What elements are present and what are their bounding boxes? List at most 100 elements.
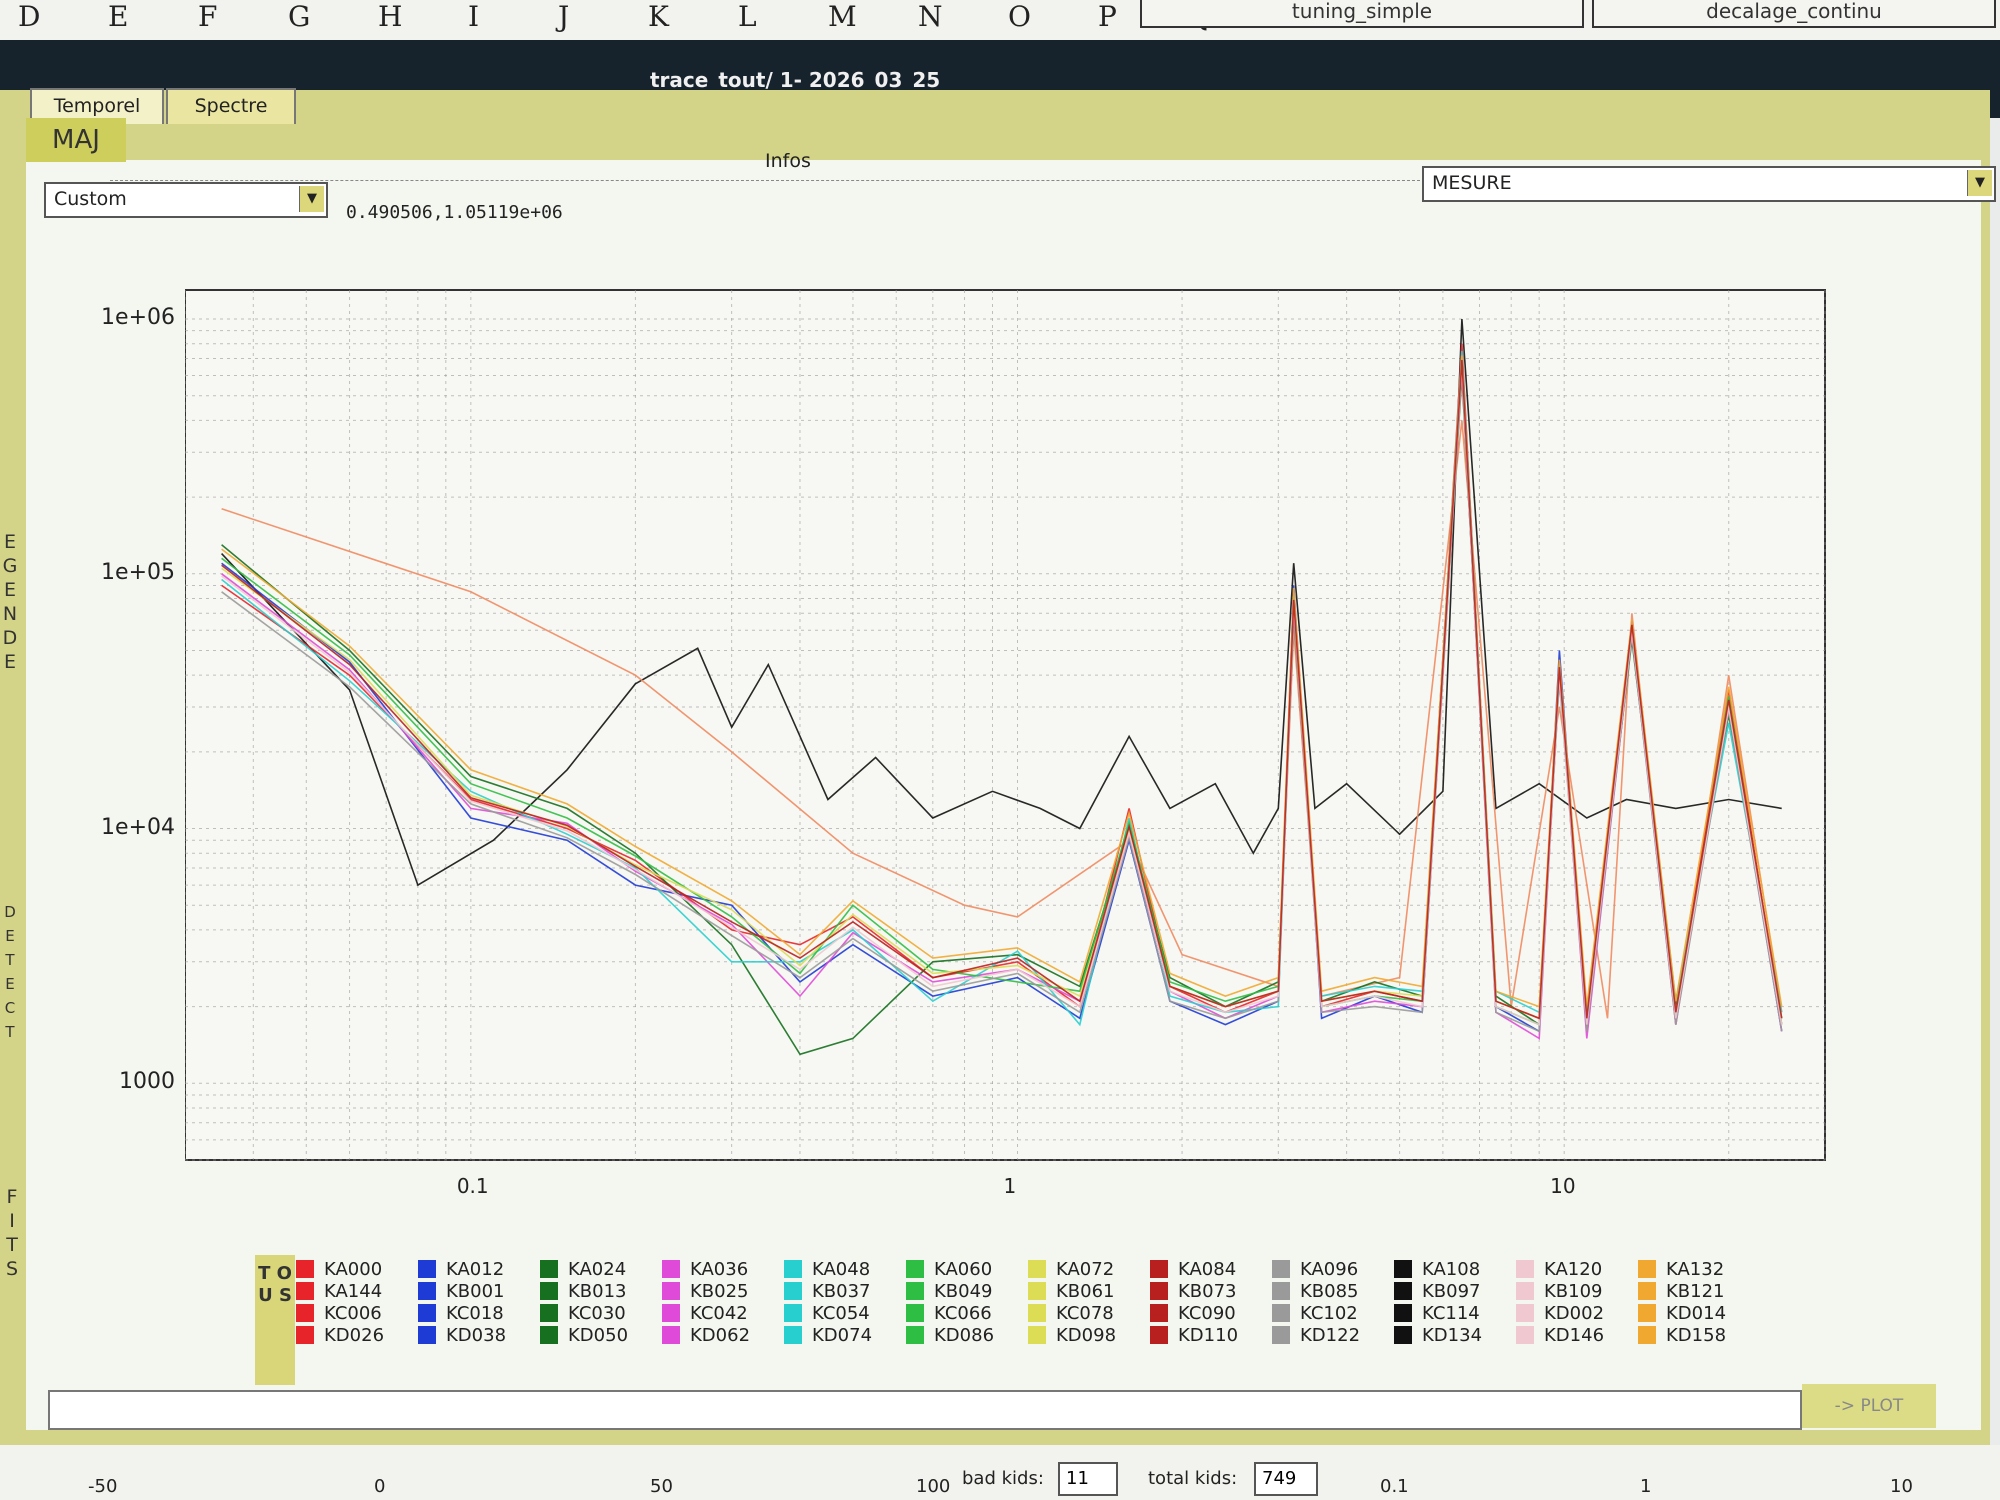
legend-label: KB037 [812, 1280, 871, 1302]
legend-item[interactable]: KB085 [1272, 1280, 1392, 1302]
tuning-simple-button[interactable]: tuning_simple [1140, 0, 1584, 28]
legend-item[interactable]: KD074 [784, 1324, 904, 1346]
legend-swatch [1272, 1282, 1290, 1300]
column-header-d[interactable]: D [18, 0, 40, 33]
legend-label: KC090 [1178, 1302, 1236, 1324]
legend-item[interactable]: KA096 [1272, 1258, 1392, 1280]
legend-item[interactable]: KC102 [1272, 1302, 1392, 1324]
total-kids-field[interactable]: 749 [1254, 1462, 1318, 1496]
legend-item[interactable]: KD098 [1028, 1324, 1148, 1346]
legend-item[interactable]: KA108 [1394, 1258, 1514, 1280]
legend-swatch [540, 1282, 558, 1300]
tab-spectre[interactable]: Spectre [166, 88, 296, 124]
legend-item[interactable]: KB097 [1394, 1280, 1514, 1302]
column-header-g[interactable]: G [288, 0, 310, 33]
x-tick-label: 1 [1003, 1174, 1017, 1198]
legend-item[interactable]: KC078 [1028, 1302, 1148, 1324]
legend-item[interactable]: KC066 [906, 1302, 1026, 1324]
column-header-h[interactable]: H [378, 0, 402, 33]
legend-item[interactable]: KA144 [296, 1280, 416, 1302]
legend-label: KB073 [1178, 1280, 1237, 1302]
legend-item[interactable]: KD038 [418, 1324, 538, 1346]
legend-item[interactable]: KB109 [1516, 1280, 1636, 1302]
column-header-e[interactable]: E [108, 0, 128, 33]
mode-select[interactable]: MESURE ▼ [1422, 166, 1996, 202]
legend-item[interactable]: KA048 [784, 1258, 904, 1280]
column-header-k[interactable]: K [648, 0, 669, 33]
legend-item[interactable]: KA084 [1150, 1258, 1270, 1280]
command-input[interactable] [48, 1390, 1802, 1430]
legend-item[interactable]: KA132 [1638, 1258, 1758, 1280]
legend-item[interactable]: KA000 [296, 1258, 416, 1280]
legend-label: KB085 [1300, 1280, 1359, 1302]
column-header-j[interactable]: J [558, 0, 569, 33]
legend-item[interactable]: KD026 [296, 1324, 416, 1346]
legend-item[interactable]: KB049 [906, 1280, 1026, 1302]
legend-item[interactable]: KB037 [784, 1280, 904, 1302]
legend-item[interactable]: KC042 [662, 1302, 782, 1324]
legend-swatch [1516, 1326, 1534, 1344]
legend-swatch [906, 1326, 924, 1344]
infos-separator [110, 180, 1420, 181]
legend-item[interactable]: KB001 [418, 1280, 538, 1302]
legend-item[interactable]: KA072 [1028, 1258, 1148, 1280]
legend-item[interactable]: KB025 [662, 1280, 782, 1302]
legend-item[interactable]: KB013 [540, 1280, 660, 1302]
decalage-continu-button[interactable]: decalage_continu [1592, 0, 1996, 28]
scale-select[interactable]: Custom ▼ [44, 182, 328, 218]
legend-column: KA072 KB061 KC078 KD098 [1028, 1258, 1148, 1346]
plot-button[interactable]: -> PLOT [1802, 1384, 1936, 1428]
legend-item[interactable]: KB061 [1028, 1280, 1148, 1302]
column-header-i[interactable]: I [468, 0, 479, 33]
legend-item[interactable]: KD014 [1638, 1302, 1758, 1324]
legend-item[interactable]: KD110 [1150, 1324, 1270, 1346]
legend-swatch [1394, 1260, 1412, 1278]
maj-button[interactable]: MAJ [26, 118, 126, 162]
legend-label: KD086 [934, 1324, 995, 1346]
chevron-down-icon[interactable]: ▼ [299, 186, 324, 212]
column-header-f[interactable]: F [198, 0, 217, 33]
legend-item[interactable]: KD050 [540, 1324, 660, 1346]
legend-label: KA024 [568, 1258, 627, 1280]
legend-column: KA012 KB001 KC018 KD038 [418, 1258, 538, 1346]
legend-column: KA084 KB073 KC090 KD110 [1150, 1258, 1270, 1346]
legend-item[interactable]: KA120 [1516, 1258, 1636, 1280]
column-header-n[interactable]: N [918, 0, 943, 33]
legend-item[interactable]: KD122 [1272, 1324, 1392, 1346]
column-header-m[interactable]: M [828, 0, 857, 33]
chevron-down-icon[interactable]: ▼ [1967, 170, 1992, 196]
legend-item[interactable]: KB121 [1638, 1280, 1758, 1302]
bad-kids-field[interactable]: 11 [1058, 1462, 1118, 1496]
legend-label: KC054 [812, 1302, 870, 1324]
legend-item[interactable]: KB073 [1150, 1280, 1270, 1302]
legend-item[interactable]: KD146 [1516, 1324, 1636, 1346]
column-header-p[interactable]: P [1098, 0, 1117, 33]
column-header-o[interactable]: O [1008, 0, 1031, 33]
legend-item[interactable]: KC006 [296, 1302, 416, 1324]
legend-item[interactable]: KD086 [906, 1324, 1026, 1346]
legend-item[interactable]: KC030 [540, 1302, 660, 1324]
legend-item[interactable]: KA036 [662, 1258, 782, 1280]
legend-swatch [1150, 1304, 1168, 1322]
legend-label: KC066 [934, 1302, 992, 1324]
legend-item[interactable]: KA060 [906, 1258, 1026, 1280]
legend-item[interactable]: KD002 [1516, 1302, 1636, 1324]
legend-item[interactable]: KD134 [1394, 1324, 1514, 1346]
scale-select-value: Custom [54, 188, 127, 210]
legend-item[interactable]: KC090 [1150, 1302, 1270, 1324]
tous-button[interactable]: T O U S [255, 1255, 295, 1385]
column-header-l[interactable]: L [738, 0, 757, 33]
legend-item[interactable]: KA012 [418, 1258, 538, 1280]
spectrum-plot[interactable] [185, 250, 1865, 1170]
legend-item[interactable]: KD158 [1638, 1324, 1758, 1346]
legend-item[interactable]: KC018 [418, 1302, 538, 1324]
legend-swatch [784, 1282, 802, 1300]
legend-item[interactable]: KD062 [662, 1324, 782, 1346]
legend-item[interactable]: KA024 [540, 1258, 660, 1280]
legend-item[interactable]: KC114 [1394, 1302, 1514, 1324]
legend-item[interactable]: KC054 [784, 1302, 904, 1324]
cursor-readout: 0.490506,1.05119e+06 [346, 202, 563, 223]
legend-swatch [296, 1304, 314, 1322]
axis-tick: 1 [1640, 1476, 1652, 1497]
legend-swatch [1516, 1282, 1534, 1300]
